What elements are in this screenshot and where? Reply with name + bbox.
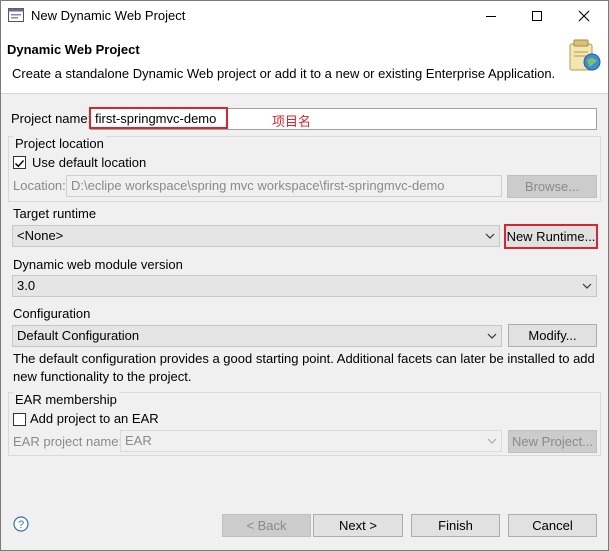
module-version-value: 3.0 xyxy=(17,278,36,293)
module-version-select[interactable]: 3.0 xyxy=(12,275,597,297)
svg-text:?: ? xyxy=(18,519,24,531)
location-label: Location: xyxy=(13,178,66,193)
help-button[interactable]: ? xyxy=(13,516,29,532)
checkmark-icon xyxy=(15,160,25,168)
module-version-label: Dynamic web module version xyxy=(13,257,183,272)
help-icon: ? xyxy=(13,516,29,532)
maximize-button[interactable] xyxy=(514,1,560,31)
window-title: New Dynamic Web Project xyxy=(31,8,186,23)
close-icon xyxy=(578,10,590,22)
configuration-select[interactable]: Default Configuration xyxy=(12,325,502,347)
wizard-title: Dynamic Web Project xyxy=(7,42,140,57)
ear-project-value: EAR xyxy=(125,433,152,448)
next-button[interactable]: Next > xyxy=(313,514,403,537)
app-icon xyxy=(8,8,24,22)
wizard-header xyxy=(1,31,608,94)
project-location-label: Project location xyxy=(13,136,106,151)
new-ear-project-button[interactable]: New Project... xyxy=(508,430,597,453)
modify-button[interactable]: Modify... xyxy=(508,324,597,347)
target-runtime-label: Target runtime xyxy=(13,206,97,221)
target-runtime-select[interactable]: <None> xyxy=(12,225,500,247)
location-input[interactable]: D:\eclipe workspace\spring mvc workspace… xyxy=(66,175,502,197)
minimize-icon xyxy=(486,16,496,17)
add-to-ear-label[interactable]: Add project to an EAR xyxy=(30,411,159,426)
chevron-down-icon xyxy=(485,233,495,239)
configuration-label: Configuration xyxy=(13,306,91,321)
maximize-icon xyxy=(532,11,542,21)
use-default-location-checkbox[interactable] xyxy=(13,156,26,169)
use-default-location-label[interactable]: Use default location xyxy=(32,155,146,170)
ear-project-select[interactable]: EAR xyxy=(120,430,502,452)
finish-button[interactable]: Finish xyxy=(411,514,500,537)
chevron-down-icon xyxy=(487,333,497,339)
chevron-down-icon xyxy=(487,438,497,444)
back-button[interactable]: < Back xyxy=(222,514,311,537)
new-runtime-button[interactable]: New Runtime... xyxy=(505,225,597,248)
browse-button[interactable]: Browse... xyxy=(507,175,597,198)
ear-membership-label: EAR membership xyxy=(13,392,119,407)
add-to-ear-checkbox[interactable] xyxy=(13,413,26,426)
project-name-input[interactable]: first-springmvc-demo xyxy=(90,108,597,130)
cancel-button[interactable]: Cancel xyxy=(508,514,597,537)
wizard-banner-icon xyxy=(566,37,602,73)
wizard-description: Create a standalone Dynamic Web project … xyxy=(12,66,556,81)
ear-project-name-label: EAR project name: xyxy=(13,434,123,449)
minimize-button[interactable] xyxy=(468,1,514,31)
close-button[interactable] xyxy=(561,1,607,31)
chevron-down-icon xyxy=(582,283,592,289)
target-runtime-value: <None> xyxy=(17,228,64,243)
project-name-label: Project name: xyxy=(11,111,92,126)
configuration-description: The default configuration provides a goo… xyxy=(13,351,595,384)
project-name-annotation: 项目名 xyxy=(272,114,312,129)
configuration-value: Default Configuration xyxy=(17,328,140,343)
